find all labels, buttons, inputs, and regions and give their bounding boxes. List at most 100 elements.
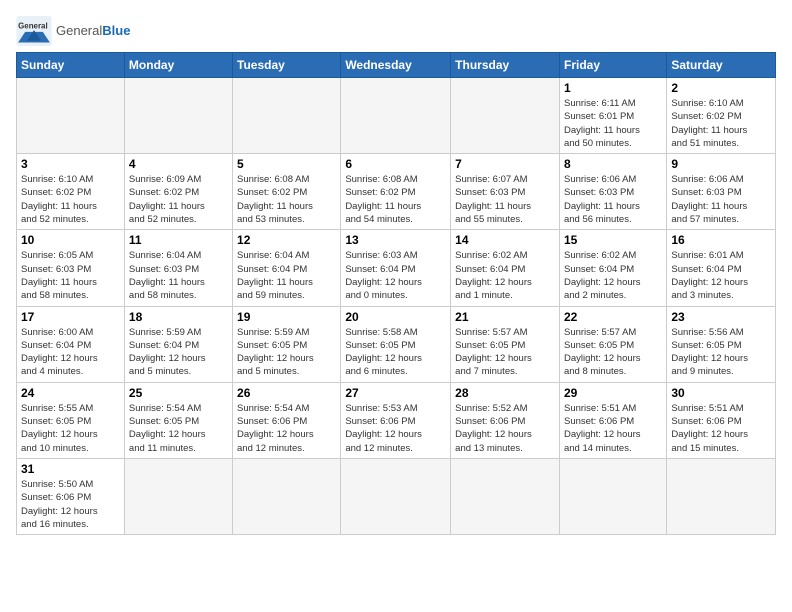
- day-info: Sunrise: 6:10 AMSunset: 6:02 PMDaylight:…: [671, 97, 771, 150]
- day-info: Sunrise: 6:05 AMSunset: 6:03 PMDaylight:…: [21, 249, 120, 302]
- calendar-day-cell: 11 Sunrise: 6:04 AMSunset: 6:03 PMDayligh…: [124, 230, 232, 306]
- day-info: Sunrise: 5:51 AMSunset: 6:06 PMDaylight:…: [671, 402, 771, 455]
- day-info: Sunrise: 6:10 AMSunset: 6:02 PMDaylight:…: [21, 173, 120, 226]
- weekday-header-monday: Monday: [124, 53, 232, 78]
- calendar-day-cell: 9Sunrise: 6:06 AMSunset: 6:03 PMDaylight…: [667, 154, 776, 230]
- day-info: Sunrise: 6:06 AMSunset: 6:03 PMDaylight:…: [564, 173, 662, 226]
- day-number: 21: [455, 310, 555, 324]
- day-number: 18: [129, 310, 228, 324]
- calendar-week-row: 1Sunrise: 6:11 AMSunset: 6:01 PMDaylight…: [17, 78, 776, 154]
- calendar-day-cell: 29 Sunrise: 5:51 AMSunset: 6:06 PMDayligh…: [559, 382, 666, 458]
- calendar-day-cell: 5Sunrise: 6:08 AMSunset: 6:02 PMDaylight…: [233, 154, 341, 230]
- day-info: Sunrise: 5:51 AMSunset: 6:06 PMDaylight:…: [564, 402, 662, 455]
- day-info: Sunrise: 5:57 AMSunset: 6:05 PMDaylight:…: [564, 326, 662, 379]
- calendar-day-cell: [17, 78, 125, 154]
- day-number: 27: [345, 386, 446, 400]
- calendar-day-cell: 26 Sunrise: 5:54 AMSunset: 6:06 PMDayligh…: [233, 382, 341, 458]
- day-number: 19: [237, 310, 336, 324]
- day-info: Sunrise: 5:59 AMSunset: 6:05 PMDaylight:…: [237, 326, 336, 379]
- day-info: Sunrise: 6:04 AMSunset: 6:04 PMDaylight:…: [237, 249, 336, 302]
- calendar-day-cell: [124, 458, 232, 534]
- day-number: 24: [21, 386, 120, 400]
- day-number: 5: [237, 157, 336, 171]
- calendar-day-cell: 14Sunrise: 6:02 AMSunset: 6:04 PMDayligh…: [451, 230, 560, 306]
- calendar-day-cell: 22 Sunrise: 5:57 AMSunset: 6:05 PMDayligh…: [559, 306, 666, 382]
- calendar-day-cell: 24 Sunrise: 5:55 AMSunset: 6:05 PMDayligh…: [17, 382, 125, 458]
- day-info: Sunrise: 6:01 AMSunset: 6:04 PMDaylight:…: [671, 249, 771, 302]
- calendar-day-cell: [124, 78, 232, 154]
- svg-text:General: General: [18, 21, 48, 30]
- calendar-day-cell: 18 Sunrise: 5:59 AMSunset: 6:04 PMDayligh…: [124, 306, 232, 382]
- calendar-day-cell: 21 Sunrise: 5:57 AMSunset: 6:05 PMDayligh…: [451, 306, 560, 382]
- weekday-header-thursday: Thursday: [451, 53, 560, 78]
- day-number: 8: [564, 157, 662, 171]
- day-number: 17: [21, 310, 120, 324]
- calendar-week-row: 24 Sunrise: 5:55 AMSunset: 6:05 PMDayligh…: [17, 382, 776, 458]
- day-number: 9: [671, 157, 771, 171]
- day-number: 7: [455, 157, 555, 171]
- day-number: 13: [345, 233, 446, 247]
- day-number: 26: [237, 386, 336, 400]
- day-number: 20: [345, 310, 446, 324]
- day-number: 16: [671, 233, 771, 247]
- day-info: Sunrise: 5:52 AMSunset: 6:06 PMDaylight:…: [455, 402, 555, 455]
- calendar-day-cell: 7 Sunrise: 6:07 AMSunset: 6:03 PMDaylight…: [451, 154, 560, 230]
- day-number: 3: [21, 157, 120, 171]
- day-info: Sunrise: 6:03 AMSunset: 6:04 PMDaylight:…: [345, 249, 446, 302]
- calendar-day-cell: 27 Sunrise: 5:53 AMSunset: 6:06 PMDayligh…: [341, 382, 451, 458]
- day-info: Sunrise: 5:54 AMSunset: 6:06 PMDaylight:…: [237, 402, 336, 455]
- calendar-day-cell: 28 Sunrise: 5:52 AMSunset: 6:06 PMDayligh…: [451, 382, 560, 458]
- day-info: Sunrise: 5:53 AMSunset: 6:06 PMDaylight:…: [345, 402, 446, 455]
- day-number: 15: [564, 233, 662, 247]
- calendar-day-cell: 10 Sunrise: 6:05 AMSunset: 6:03 PMDayligh…: [17, 230, 125, 306]
- calendar-day-cell: [559, 458, 666, 534]
- calendar-day-cell: 20 Sunrise: 5:58 AMSunset: 6:05 PMDayligh…: [341, 306, 451, 382]
- calendar-day-cell: 4Sunrise: 6:09 AMSunset: 6:02 PMDaylight…: [124, 154, 232, 230]
- calendar-day-cell: 30 Sunrise: 5:51 AMSunset: 6:06 PMDayligh…: [667, 382, 776, 458]
- day-number: 11: [129, 233, 228, 247]
- day-number: 29: [564, 386, 662, 400]
- weekday-header-sunday: Sunday: [17, 53, 125, 78]
- weekday-header-saturday: Saturday: [667, 53, 776, 78]
- day-number: 4: [129, 157, 228, 171]
- calendar-day-cell: 8 Sunrise: 6:06 AMSunset: 6:03 PMDaylight…: [559, 154, 666, 230]
- day-number: 31: [21, 462, 120, 476]
- calendar-day-cell: 2Sunrise: 6:10 AMSunset: 6:02 PMDaylight…: [667, 78, 776, 154]
- day-info: Sunrise: 6:00 AMSunset: 6:04 PMDaylight:…: [21, 326, 120, 379]
- logo-text: GeneralBlue: [56, 23, 130, 38]
- day-number: 10: [21, 233, 120, 247]
- calendar-week-row: 17 Sunrise: 6:00 AMSunset: 6:04 PMDayligh…: [17, 306, 776, 382]
- day-info: Sunrise: 5:58 AMSunset: 6:05 PMDaylight:…: [345, 326, 446, 379]
- calendar-day-cell: 12 Sunrise: 6:04 AMSunset: 6:04 PMDayligh…: [233, 230, 341, 306]
- weekday-header-wednesday: Wednesday: [341, 53, 451, 78]
- calendar-day-cell: 19 Sunrise: 5:59 AMSunset: 6:05 PMDayligh…: [233, 306, 341, 382]
- calendar-day-cell: 1Sunrise: 6:11 AMSunset: 6:01 PMDaylight…: [559, 78, 666, 154]
- calendar-day-cell: 31 Sunrise: 5:50 AMSunset: 6:06 PMDayligh…: [17, 458, 125, 534]
- day-number: 12: [237, 233, 336, 247]
- day-info: Sunrise: 6:04 AMSunset: 6:03 PMDaylight:…: [129, 249, 228, 302]
- calendar-day-cell: 25Sunrise: 5:54 AMSunset: 6:05 PMDayligh…: [124, 382, 232, 458]
- day-info: Sunrise: 6:08 AMSunset: 6:02 PMDaylight:…: [345, 173, 446, 226]
- calendar-week-row: 10 Sunrise: 6:05 AMSunset: 6:03 PMDayligh…: [17, 230, 776, 306]
- day-number: 30: [671, 386, 771, 400]
- calendar-day-cell: 15Sunrise: 6:02 AMSunset: 6:04 PMDayligh…: [559, 230, 666, 306]
- day-info: Sunrise: 5:55 AMSunset: 6:05 PMDaylight:…: [21, 402, 120, 455]
- day-number: 14: [455, 233, 555, 247]
- calendar-day-cell: [233, 458, 341, 534]
- calendar-day-cell: 6Sunrise: 6:08 AMSunset: 6:02 PMDaylight…: [341, 154, 451, 230]
- calendar-day-cell: [667, 458, 776, 534]
- calendar-day-cell: [233, 78, 341, 154]
- day-number: 25: [129, 386, 228, 400]
- day-info: Sunrise: 5:50 AMSunset: 6:06 PMDaylight:…: [21, 478, 120, 531]
- day-info: Sunrise: 6:07 AMSunset: 6:03 PMDaylight:…: [455, 173, 555, 226]
- day-number: 28: [455, 386, 555, 400]
- logo: General GeneralBlue: [16, 16, 130, 46]
- calendar-day-cell: [341, 458, 451, 534]
- day-number: 22: [564, 310, 662, 324]
- day-info: Sunrise: 5:59 AMSunset: 6:04 PMDaylight:…: [129, 326, 228, 379]
- calendar-week-row: 3 Sunrise: 6:10 AMSunset: 6:02 PMDaylight…: [17, 154, 776, 230]
- day-number: 1: [564, 81, 662, 95]
- calendar-day-cell: 13 Sunrise: 6:03 AMSunset: 6:04 PMDayligh…: [341, 230, 451, 306]
- calendar-week-row: 31 Sunrise: 5:50 AMSunset: 6:06 PMDayligh…: [17, 458, 776, 534]
- day-info: Sunrise: 5:57 AMSunset: 6:05 PMDaylight:…: [455, 326, 555, 379]
